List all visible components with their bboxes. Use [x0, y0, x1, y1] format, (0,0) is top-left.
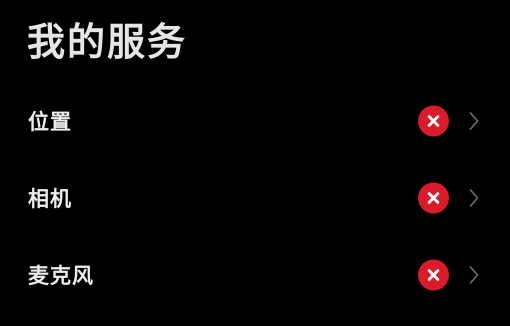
chevron-right-icon	[467, 110, 481, 132]
chevron-right-icon	[467, 187, 481, 209]
close-icon	[418, 259, 449, 290]
service-label: 麦克风	[28, 262, 94, 288]
chevron-right-icon	[467, 264, 481, 286]
service-row-camera[interactable]: 相机	[0, 159, 510, 236]
services-list: 位置 相机 麦克风	[0, 82, 510, 313]
close-icon	[418, 105, 449, 136]
service-row-microphone[interactable]: 麦克风	[0, 236, 510, 313]
page-title: 我的服务	[27, 19, 188, 64]
service-label: 相机	[28, 185, 72, 211]
close-icon	[418, 182, 449, 213]
service-row-location[interactable]: 位置	[0, 82, 510, 159]
service-label: 位置	[28, 108, 72, 134]
